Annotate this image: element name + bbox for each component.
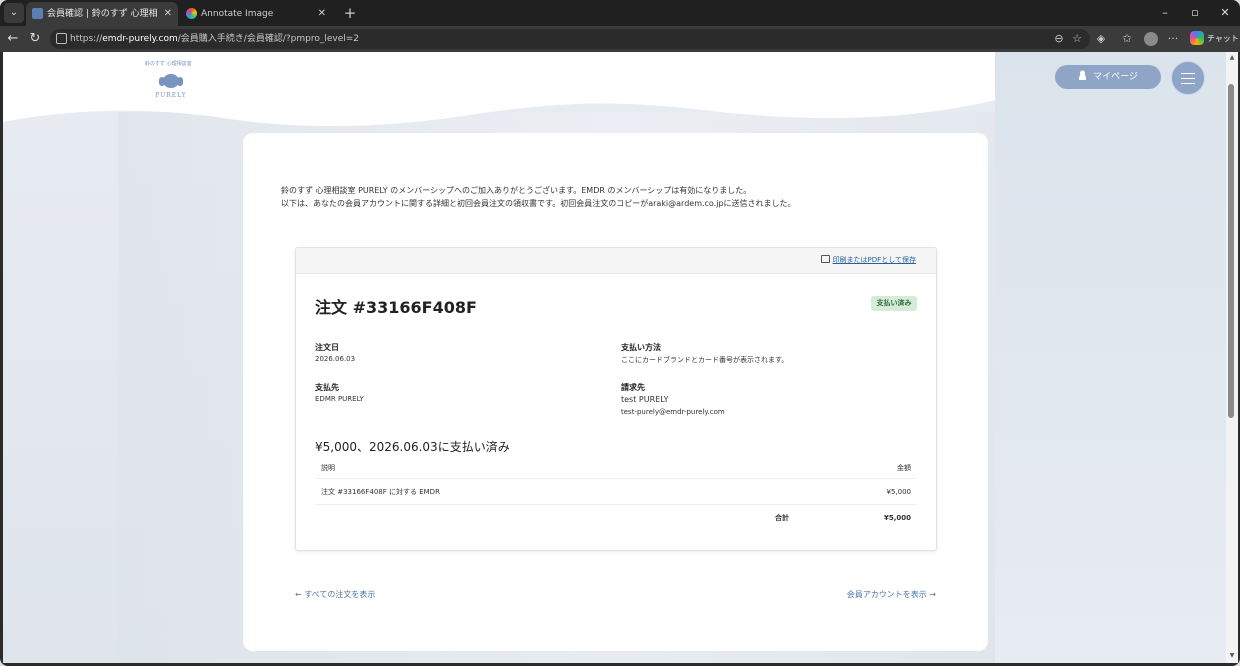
invoice: 印刷またはPDFとして保存 注文 #33166F408F 支払い済み 注文日 2… — [295, 247, 937, 551]
page-scrollbar[interactable]: ▲ ▼ — [1226, 52, 1238, 663]
scroll-thumb[interactable] — [1228, 84, 1234, 418]
total-row: 合計 ¥5,000 — [315, 505, 917, 531]
user-icon — [1078, 70, 1088, 80]
close-icon[interactable]: ✕ — [164, 2, 172, 26]
pay-to-label: 支払先 — [315, 383, 339, 392]
new-tab-icon[interactable]: + — [340, 2, 360, 24]
tab-title: 会員確認 | 鈴のすず 心理相談室 PU — [47, 9, 157, 19]
status-badge: 支払い済み — [871, 296, 917, 311]
paid-summary: ¥5,000、2026.06.03に支払い済み — [315, 440, 510, 454]
bill-to-email: test-purely@emdr-purely.com — [621, 408, 725, 416]
total-value: ¥5,000 — [883, 513, 911, 522]
bill-to-name: test PURELY — [621, 395, 669, 404]
logo-headphones-icon — [159, 72, 183, 90]
confirmation-message: 鈴のすず 心理相談室 PURELY のメンバーシップへのご加入ありがとうございま… — [281, 184, 796, 210]
item-description: 注文 #33166F408F に対する EMDR — [315, 478, 623, 505]
mypage-button[interactable]: マイページ — [1055, 65, 1161, 89]
scroll-down-icon[interactable]: ▼ — [1228, 652, 1236, 659]
order-title: 注文 #33166F408F — [315, 298, 477, 317]
printer-icon — [820, 255, 830, 263]
refresh-icon[interactable]: ↻ — [26, 30, 44, 48]
restore-icon[interactable]: ▫ — [1180, 0, 1210, 26]
back-icon[interactable]: ← — [4, 30, 22, 48]
copilot-label[interactable]: チャット — [1207, 26, 1239, 52]
table-header-row: 説明 金額 — [315, 458, 917, 479]
site-favicon-icon — [32, 8, 43, 19]
logo-name: PURELY — [155, 92, 187, 99]
copilot-icon[interactable] — [1190, 31, 1204, 45]
view-all-orders-link[interactable]: ← すべての注文を表示 — [295, 589, 375, 600]
more-menu-icon[interactable]: ··· — [1164, 30, 1182, 48]
print-pdf-link[interactable]: 印刷またはPDFとして保存 — [820, 255, 916, 265]
invoice-items-table: 説明 金額 注文 #33166F408F に対する EMDR ¥5,000 合計… — [315, 458, 917, 530]
column-header-description: 説明 — [315, 458, 623, 479]
bill-to-label: 請求先 — [621, 383, 645, 392]
payment-method-value: ここにカードブランドとカード番号が表示されます。 — [621, 356, 789, 364]
close-icon[interactable]: ✕ — [318, 2, 326, 26]
favorite-star-icon[interactable]: ☆ — [1068, 30, 1086, 48]
invoice-toolbar: 印刷またはPDFとして保存 — [296, 248, 936, 274]
window-close-icon[interactable]: ✕ — [1210, 0, 1240, 26]
favorites-icon[interactable]: ✩ — [1118, 30, 1136, 48]
tab-strip: ⌄ 会員確認 | 鈴のすず 心理相談室 PU ✕ Annotate Image … — [0, 0, 1240, 26]
hamburger-menu-button[interactable] — [1171, 61, 1205, 95]
payment-method-label: 支払い方法 — [621, 343, 661, 352]
browser-window: ⌄ 会員確認 | 鈴のすず 心理相談室 PU ✕ Annotate Image … — [0, 0, 1240, 666]
column-header-amount: 金額 — [623, 458, 917, 479]
item-amount: ¥5,000 — [623, 478, 917, 505]
minimize-icon[interactable]: – — [1150, 0, 1180, 26]
lock-icon — [56, 33, 67, 44]
site-logo[interactable]: 鈴のすず 心理相談室 PURELY — [145, 60, 192, 110]
mypage-label: マイページ — [1093, 72, 1138, 82]
order-date-value: 2026.06.03 — [315, 355, 356, 363]
tab-annotate-image[interactable]: Annotate Image ✕ — [180, 2, 332, 26]
tab-title: Annotate Image — [201, 9, 274, 19]
url-field[interactable]: https://emdr-purely.com/会員購入手続き/会員確認/?pm… — [50, 29, 1090, 49]
intro-line-2: 以下は、あなたの会員アカウントに関する詳細と初回会員注文の領収書です。初回会員注… — [281, 199, 796, 208]
tab-member-confirmation[interactable]: 会員確認 | 鈴のすず 心理相談室 PU ✕ — [26, 2, 178, 26]
view-account-link[interactable]: 会員アカウントを表示 → — [847, 589, 936, 600]
table-row: 注文 #33166F408F に対する EMDR ¥5,000 — [315, 478, 917, 505]
zoom-icon[interactable]: ⊖ — [1050, 30, 1068, 48]
background-panel — [995, 52, 1227, 663]
profile-avatar-icon[interactable] — [1144, 32, 1158, 46]
order-date-label: 注文日 — [315, 343, 339, 352]
url-text: https://emdr-purely.com/会員購入手続き/会員確認/?pm… — [70, 34, 359, 44]
pay-to-value: EDMR PURELY — [315, 395, 364, 403]
annotate-favicon-icon — [186, 8, 197, 19]
tab-actions-icon[interactable]: ⌄ — [4, 3, 24, 23]
intro-line-1: 鈴のすず 心理相談室 PURELY のメンバーシップへのご加入ありがとうございま… — [281, 186, 752, 195]
scroll-up-icon[interactable]: ▲ — [1228, 54, 1236, 61]
total-label: 合計 — [775, 513, 789, 522]
logo-tagline: 鈴のすず 心理相談室 — [145, 61, 192, 67]
address-bar: ← ↻ https://emdr-purely.com/会員購入手続き/会員確認… — [0, 26, 1240, 52]
extensions-icon[interactable]: ◈ — [1092, 30, 1110, 48]
